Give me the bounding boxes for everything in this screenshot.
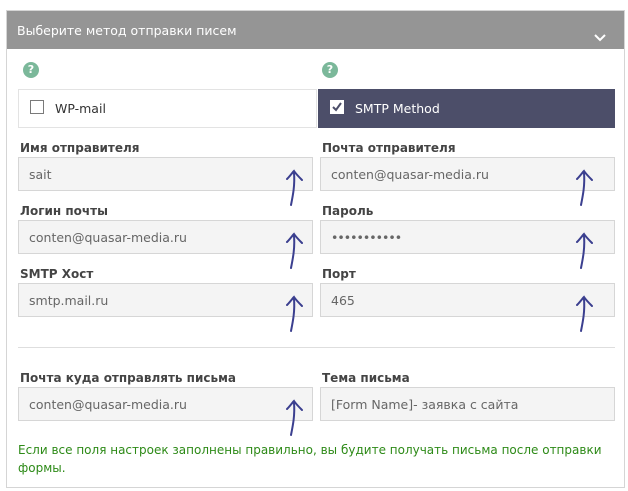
checkmark-icon xyxy=(332,102,342,112)
password-field[interactable]: ••••••••••• xyxy=(320,220,615,254)
subject-field[interactable]: [Form Name]- заявка с сайта xyxy=(320,387,615,421)
help-icon[interactable]: ? xyxy=(23,62,39,78)
annotation-arrow-icon xyxy=(576,169,593,206)
smtp-host-label: SMTP Хост xyxy=(20,267,94,281)
recipient-field[interactable]: conten@quasar-media.ru xyxy=(18,387,313,421)
annotation-arrow-icon xyxy=(286,232,303,269)
recipient-label: Почта куда отправлять письма xyxy=(20,371,236,385)
annotation-arrow-icon xyxy=(286,169,303,206)
help-icon[interactable]: ? xyxy=(322,62,338,78)
port-label: Порт xyxy=(322,267,356,281)
settings-note: Если все поля настроек заполнены правиль… xyxy=(18,443,602,475)
chevron-down-icon[interactable] xyxy=(592,22,608,42)
annotation-arrow-icon xyxy=(576,295,593,332)
method-option-smtp[interactable]: SMTP Method xyxy=(318,89,615,128)
annotation-arrow-icon xyxy=(286,295,303,332)
divider xyxy=(18,347,615,348)
password-label: Пароль xyxy=(322,204,374,218)
annotation-arrow-icon xyxy=(286,399,303,436)
panel-title: Выберите метод отправки писем xyxy=(17,23,237,38)
method-option-wp-mail[interactable]: WP-mail xyxy=(18,89,317,128)
sender-name-field[interactable]: sait xyxy=(18,157,313,191)
sender-email-field[interactable]: conten@quasar-media.ru xyxy=(320,157,615,191)
wp-mail-checkbox[interactable] xyxy=(30,100,44,114)
mail-settings-panel: Выберите метод отправки писем ? ? WP-mai… xyxy=(6,10,625,488)
method-label: WP-mail xyxy=(55,101,106,116)
annotation-arrow-icon xyxy=(576,232,593,269)
subject-label: Тема письма xyxy=(322,371,410,385)
port-field[interactable]: 465 xyxy=(320,283,615,317)
panel-header[interactable]: Выберите метод отправки писем xyxy=(7,11,624,49)
login-field[interactable]: conten@quasar-media.ru xyxy=(18,220,313,254)
login-label: Логин почты xyxy=(20,204,108,218)
smtp-host-field[interactable]: smtp.mail.ru xyxy=(18,283,313,317)
smtp-checkbox[interactable] xyxy=(330,100,344,114)
method-label: SMTP Method xyxy=(355,101,440,116)
sender-email-label: Почта отправителя xyxy=(322,141,456,155)
sender-name-label: Имя отправителя xyxy=(20,141,140,155)
